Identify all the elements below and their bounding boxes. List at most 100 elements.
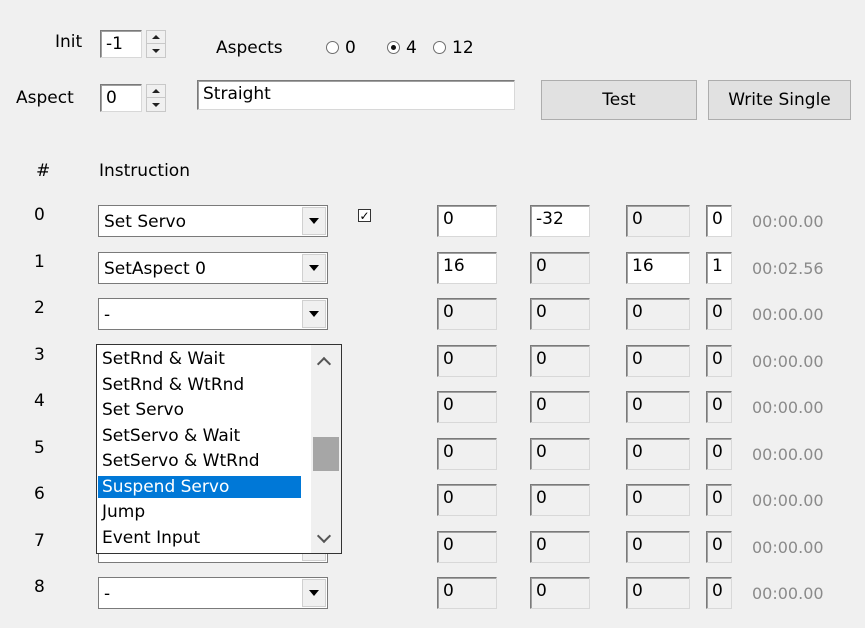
dropdown-option[interactable]: SetRnd & Wait <box>98 348 301 370</box>
param-3-field[interactable]: 0 <box>626 298 690 330</box>
dropdown-option[interactable]: SetServo & WtRnd <box>98 450 301 472</box>
row-time: 00:00.00 <box>752 445 824 464</box>
row-time: 00:02.56 <box>752 259 824 278</box>
aspect-name-input[interactable]: Straight <box>197 80 515 110</box>
aspect-spin-up-icon[interactable] <box>147 85 165 98</box>
param-1-field[interactable]: 0 <box>437 438 497 470</box>
param-4-field[interactable]: 0 <box>706 345 732 377</box>
dropdown-option[interactable]: Set Servo <box>98 399 301 421</box>
instruction-select-value: Set Servo <box>104 212 187 232</box>
row-time: 00:00.00 <box>752 352 824 371</box>
init-input[interactable]: -1 <box>100 30 142 58</box>
param-3-field[interactable]: 0 <box>626 531 690 563</box>
param-2-field[interactable]: 0 <box>530 531 590 563</box>
init-spin-down-icon[interactable] <box>147 44 165 57</box>
instruction-select[interactable]: Set Servo <box>98 205 328 237</box>
chevron-down-icon[interactable] <box>302 300 326 328</box>
dropdown-option[interactable]: Jump <box>98 501 301 523</box>
init-spin-up-icon[interactable] <box>147 31 165 44</box>
row-number: 7 <box>34 531 45 551</box>
row-number: 8 <box>34 577 45 597</box>
row-number: 3 <box>34 345 45 365</box>
param-4-field[interactable]: 0 <box>706 205 732 237</box>
param-2-field[interactable]: 0 <box>530 252 590 284</box>
row-number: 1 <box>34 252 45 272</box>
aspect-spinner[interactable] <box>146 84 166 112</box>
row-time: 00:00.00 <box>752 212 824 231</box>
chevron-down-icon[interactable] <box>302 579 326 607</box>
param-4-field[interactable]: 0 <box>706 577 732 609</box>
dropdown-scrollbar[interactable] <box>311 345 341 553</box>
aspects-radio-4-label[interactable]: 4 <box>406 38 417 58</box>
aspects-radio-0-label[interactable]: 0 <box>345 38 356 58</box>
param-1-field[interactable]: 0 <box>437 391 497 423</box>
param-3-field[interactable]: 0 <box>626 345 690 377</box>
instruction-select[interactable]: - <box>98 298 328 330</box>
header-num: # <box>36 161 51 181</box>
row-number: 4 <box>34 391 45 411</box>
chevron-down-icon[interactable] <box>302 207 326 235</box>
param-2-field[interactable]: 0 <box>530 438 590 470</box>
chevron-down-icon[interactable] <box>302 254 326 282</box>
instruction-select-value: SetAspect 0 <box>104 259 206 279</box>
dropdown-option[interactable]: Suspend Servo <box>98 475 301 498</box>
param-3-field[interactable]: 0 <box>626 577 690 609</box>
aspect-spin-down-icon[interactable] <box>147 98 165 111</box>
param-1-field[interactable]: 16 <box>437 252 497 284</box>
instruction-select[interactable]: - <box>98 577 328 609</box>
init-spinner[interactable] <box>146 30 166 58</box>
param-2-field[interactable]: 0 <box>530 484 590 516</box>
param-2-field[interactable]: -32 <box>530 205 590 237</box>
instruction-select[interactable]: SetAspect 0 <box>98 252 328 284</box>
instruction-select-value: - <box>104 584 111 604</box>
param-2-field[interactable]: 0 <box>530 298 590 330</box>
param-1-field[interactable]: 0 <box>437 298 497 330</box>
param-2-field[interactable]: 0 <box>530 391 590 423</box>
row-time: 00:00.00 <box>752 398 824 417</box>
aspect-input[interactable]: 0 <box>100 84 142 112</box>
param-3-field[interactable]: 0 <box>626 205 690 237</box>
param-4-field[interactable]: 1 <box>706 252 732 284</box>
param-4-field[interactable]: 0 <box>706 391 732 423</box>
param-4-field[interactable]: 0 <box>706 531 732 563</box>
scrollbar-thumb[interactable] <box>313 437 339 471</box>
scroll-down-icon[interactable] <box>316 528 332 544</box>
param-1-field[interactable]: 0 <box>437 205 497 237</box>
write-single-button[interactable]: Write Single <box>708 80 851 120</box>
param-2-field[interactable]: 0 <box>530 345 590 377</box>
param-3-field[interactable]: 0 <box>626 391 690 423</box>
param-1-field[interactable]: 0 <box>437 345 497 377</box>
param-1-field[interactable]: 0 <box>437 531 497 563</box>
row-time: 00:00.00 <box>752 305 824 324</box>
init-label: Init <box>55 32 83 52</box>
aspects-radio-0[interactable] <box>326 41 339 54</box>
dropdown-option[interactable]: SetRnd & WtRnd <box>98 374 301 396</box>
param-1-field[interactable]: 0 <box>437 484 497 516</box>
dropdown-option[interactable]: Event Input <box>98 527 301 549</box>
row-number: 0 <box>34 205 45 225</box>
aspect-label: Aspect <box>16 88 74 108</box>
row-number: 6 <box>34 484 45 504</box>
dropdown-option[interactable]: SetServo & Wait <box>98 425 301 447</box>
param-4-field[interactable]: 0 <box>706 438 732 470</box>
row-enable-checkbox[interactable]: ✓ <box>358 209 371 222</box>
test-button[interactable]: Test <box>541 80 697 120</box>
param-1-field[interactable]: 0 <box>437 577 497 609</box>
param-2-field[interactable]: 0 <box>530 577 590 609</box>
param-3-field[interactable]: 0 <box>626 484 690 516</box>
scroll-up-icon[interactable] <box>316 356 332 372</box>
param-3-field[interactable]: 0 <box>626 438 690 470</box>
aspects-radio-12[interactable] <box>433 41 446 54</box>
row-time: 00:00.00 <box>752 538 824 557</box>
instruction-select-value: - <box>104 305 111 325</box>
row-number: 2 <box>34 298 45 318</box>
aspects-label: Aspects <box>216 38 283 58</box>
param-4-field[interactable]: 0 <box>706 298 732 330</box>
param-4-field[interactable]: 0 <box>706 484 732 516</box>
param-3-field[interactable]: 16 <box>626 252 690 284</box>
row-time: 00:00.00 <box>752 584 824 603</box>
aspects-radio-4[interactable] <box>387 41 400 54</box>
aspects-radio-12-label[interactable]: 12 <box>452 38 474 58</box>
instruction-dropdown-list[interactable]: SetRnd & Wait SetRnd & WtRnd Set Servo SetS… <box>96 344 342 554</box>
row-time: 00:00.00 <box>752 491 824 510</box>
